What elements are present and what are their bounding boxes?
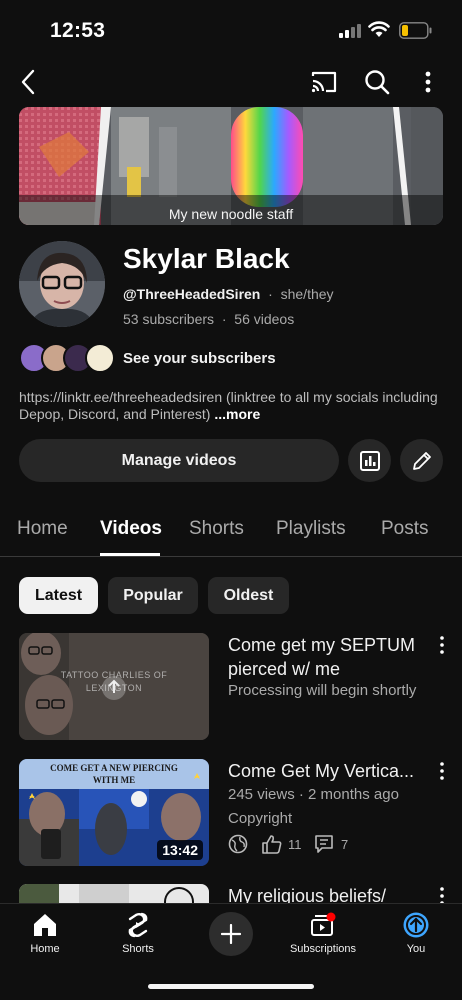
video-item[interactable]: My religious beliefs/ — [19, 884, 449, 904]
copyright-label[interactable]: Copyright — [228, 808, 292, 829]
video-thumbnail[interactable] — [19, 884, 209, 904]
tab-videos[interactable]: Videos — [100, 518, 162, 540]
tab-home[interactable]: Home — [17, 518, 68, 540]
nav-home[interactable]: Home — [0, 910, 90, 955]
back-arrow-icon[interactable] — [12, 66, 44, 98]
home-icon — [34, 914, 56, 936]
video-thumbnail[interactable]: COME GET A NEW PIERCING WITH ME 13:42 — [19, 759, 209, 866]
see-subscribers-label: See your subscribers — [123, 350, 276, 367]
subscriber-count: 53 subscribers — [123, 311, 215, 327]
tab-posts[interactable]: Posts — [381, 518, 429, 540]
channel-pronouns: she/they — [280, 286, 334, 302]
pencil-icon — [412, 451, 431, 470]
nav-shorts-label: Shorts — [122, 943, 154, 955]
you-avatar-icon — [403, 912, 429, 938]
video-duration: 13:42 — [157, 840, 203, 860]
thumbnail-text: COME GET A NEW PIERCING WITH ME — [50, 763, 178, 785]
video-item[interactable]: TATTOO CHARLIES OF LEXINGTON Come get my… — [19, 633, 449, 743]
separator-dot: · — [264, 286, 281, 302]
banner-caption: My new noodle staff — [168, 206, 294, 222]
more-link[interactable]: ...more — [214, 406, 260, 422]
search-icon[interactable] — [361, 66, 393, 98]
cellular-signal-icon — [339, 24, 361, 38]
nav-you-label: You — [406, 943, 426, 955]
more-vertical-icon[interactable] — [437, 761, 447, 781]
video-status: Processing will begin shortly — [228, 682, 417, 699]
thumbs-up-icon — [262, 835, 282, 854]
more-vertical-icon[interactable] — [437, 886, 447, 904]
channel-handle-row: @ThreeHeadedSiren · she/they — [123, 286, 334, 302]
comment-count: 7 — [341, 836, 349, 852]
active-tab-indicator — [100, 553, 160, 556]
status-time: 12:53 — [50, 19, 106, 42]
cast-icon[interactable] — [308, 66, 340, 98]
separator-dot: · — [217, 311, 235, 327]
nav-shorts[interactable]: Shorts — [93, 910, 183, 955]
subscriber-avatar — [85, 343, 115, 373]
tab-playlists[interactable]: Playlists — [276, 518, 346, 540]
nav-subscriptions[interactable]: Subscriptions — [278, 910, 368, 955]
home-indicator[interactable] — [148, 984, 314, 989]
tab-shorts[interactable]: Shorts — [189, 518, 244, 540]
video-title[interactable]: Come get my SEPTUM pierced w/ me — [228, 633, 418, 681]
channel-avatar[interactable] — [19, 241, 105, 327]
more-vertical-icon[interactable] — [412, 66, 444, 98]
video-thumbnail[interactable]: TATTOO CHARLIES OF LEXINGTON — [19, 633, 209, 740]
subscriptions-icon — [311, 912, 336, 936]
analytics-icon — [359, 450, 380, 471]
plus-icon — [221, 924, 241, 944]
like-count: 11 — [288, 836, 302, 852]
channel-banner[interactable]: My new noodle staff — [19, 107, 443, 225]
battery-icon — [399, 22, 432, 39]
wifi-icon — [368, 21, 390, 37]
visibility-badge — [228, 834, 248, 854]
see-subscribers-row[interactable]: See your subscribers — [19, 343, 439, 375]
edit-channel-button[interactable] — [400, 439, 443, 482]
video-meta: 245 views · 2 months ago — [228, 786, 399, 803]
channel-handle: @ThreeHeadedSiren — [123, 286, 261, 302]
nav-you[interactable]: You — [371, 910, 461, 955]
comments-badge: 7 — [314, 834, 348, 854]
video-title[interactable]: Come Get My Vertica... — [228, 759, 433, 783]
chip-popular[interactable]: Popular — [108, 577, 198, 614]
comment-icon — [315, 835, 333, 853]
nav-home-label: Home — [30, 943, 60, 955]
channel-description[interactable]: https://linktr.ee/threeheadedsiren (link… — [19, 389, 439, 423]
chip-oldest[interactable]: Oldest — [208, 577, 289, 614]
channel-stats: 53 subscribers · 56 videos — [123, 311, 294, 327]
likes-badge: 11 — [261, 834, 302, 854]
shorts-icon — [128, 912, 148, 938]
create-button[interactable] — [209, 912, 253, 956]
video-title[interactable]: My religious beliefs/ — [228, 884, 418, 904]
manage-videos-button[interactable]: Manage videos — [19, 439, 339, 482]
video-count: 56 videos — [234, 311, 295, 327]
more-vertical-icon[interactable] — [437, 635, 447, 655]
analytics-button[interactable] — [348, 439, 391, 482]
status-bar: 12:53 — [0, 0, 462, 60]
channel-tabs: Home Videos Shorts Playlists Posts — [0, 505, 462, 557]
chip-latest[interactable]: Latest — [19, 577, 98, 614]
top-nav — [0, 62, 462, 102]
nav-subscriptions-label: Subscriptions — [289, 943, 357, 955]
globe-icon — [228, 834, 248, 854]
channel-name: Skylar Black — [123, 243, 290, 274]
video-item[interactable]: COME GET A NEW PIERCING WITH ME 13:42 Co… — [19, 759, 449, 869]
thumbnail-text: TATTOO CHARLIES OF LEXINGTON — [60, 670, 168, 693]
